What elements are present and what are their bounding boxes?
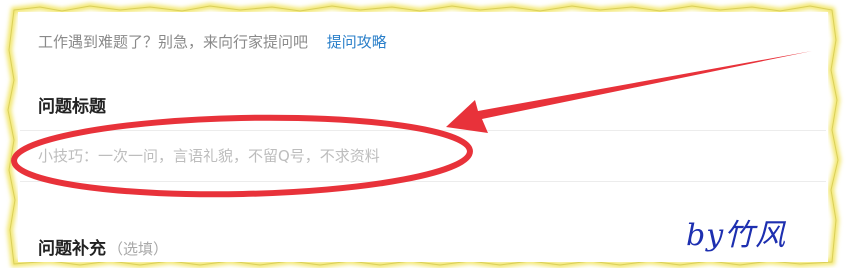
supplement-label-text: 问题补充 [38, 239, 106, 259]
question-title-label: 问题标题 [38, 97, 106, 117]
ask-question-form: 工作遇到难题了？别急，来向行家提问吧 提问攻略 问题标题 问题补充（选填） [18, 12, 828, 262]
screenshot-stage: 工作遇到难题了？别急，来向行家提问吧 提问攻略 问题标题 问题补充（选填） by… [0, 0, 847, 268]
optional-hint: （选填） [108, 240, 169, 258]
question-title-input[interactable] [20, 130, 826, 182]
intro-text: 工作遇到难题了？别急，来向行家提问吧 [38, 33, 309, 51]
intro-line: 工作遇到难题了？别急，来向行家提问吧 提问攻略 [38, 31, 387, 52]
question-supplement-label: 问题补充 （选填） [38, 234, 168, 259]
guide-link[interactable]: 提问攻略 [327, 33, 387, 51]
